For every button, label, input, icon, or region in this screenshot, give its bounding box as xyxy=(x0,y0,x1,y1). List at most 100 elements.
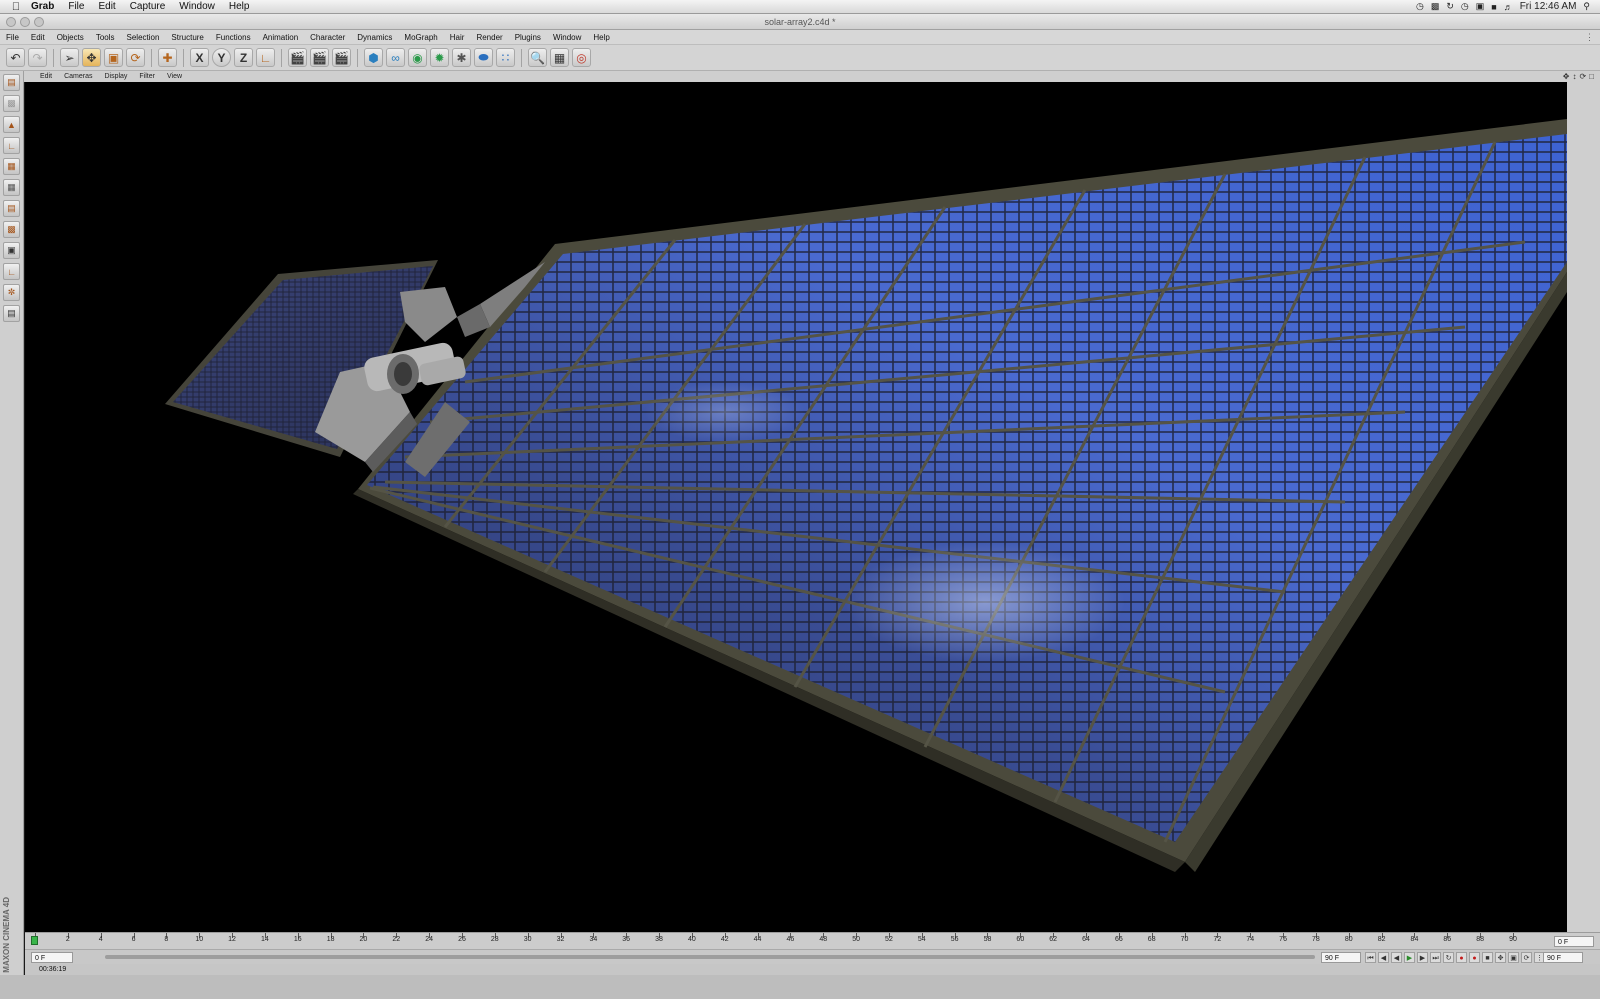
use-model-icon[interactable]: ▤ xyxy=(3,74,20,91)
menu-plugins[interactable]: Plugins xyxy=(509,33,547,42)
autokey-icon[interactable]: ● xyxy=(1469,952,1480,963)
scale-icon[interactable]: ▣ xyxy=(104,48,123,67)
menu-selection[interactable]: Selection xyxy=(121,33,166,42)
render-settings-icon[interactable]: 🎬 xyxy=(332,48,351,67)
record-icon[interactable]: ● xyxy=(1456,952,1467,963)
texture-axis-icon[interactable]: ∟ xyxy=(3,137,20,154)
world-axis-icon[interactable]: ✚ xyxy=(158,48,177,67)
rotate-icon[interactable]: ⟳ xyxy=(126,48,145,67)
volume-icon[interactable]: ♬ xyxy=(1504,2,1513,12)
floor-icon[interactable]: ▦ xyxy=(550,48,569,67)
menu-file[interactable]: File xyxy=(0,33,25,42)
mac-menu-window[interactable]: Window xyxy=(172,1,222,12)
menu-dynamics[interactable]: Dynamics xyxy=(351,33,398,42)
mac-menu-grab[interactable]: Grab xyxy=(24,1,61,12)
mac-menu-file[interactable]: File xyxy=(61,1,91,12)
menu-render[interactable]: Render xyxy=(470,33,508,42)
play-icon[interactable]: ▶ xyxy=(1404,952,1415,963)
menu-objects[interactable]: Objects xyxy=(51,33,90,42)
deformer-icon[interactable]: ✱ xyxy=(452,48,471,67)
render-view-icon[interactable]: 🎬 xyxy=(288,48,307,67)
render-picture-viewer-icon[interactable]: 🎬 xyxy=(310,48,329,67)
menu-hair[interactable]: Hair xyxy=(444,33,471,42)
playhead-marker[interactable] xyxy=(31,936,38,945)
goto-end-icon[interactable]: ⏭ xyxy=(1430,952,1441,963)
move-icon[interactable]: ✥ xyxy=(82,48,101,67)
coordinate-system-icon[interactable]: ∟ xyxy=(256,48,275,67)
viewport-menu-display[interactable]: Display xyxy=(98,73,133,80)
mac-menu-edit[interactable]: Edit xyxy=(91,1,122,12)
spline-icon[interactable]: ∞ xyxy=(386,48,405,67)
menu-animation[interactable]: Animation xyxy=(257,33,305,42)
3d-viewport[interactable] xyxy=(25,82,1567,932)
next-frame-icon[interactable]: ▶ xyxy=(1417,952,1428,963)
layout-icon[interactable]: ▤ xyxy=(3,305,20,322)
timeline-tick-label: 24 xyxy=(425,936,434,943)
start-frame-field[interactable]: 0 F xyxy=(31,952,73,963)
scene-icon[interactable]: ⬬ xyxy=(474,48,493,67)
y-axis-lock-button[interactable]: Y xyxy=(212,48,231,67)
live-selection-icon[interactable]: ➢ xyxy=(60,48,79,67)
tweak-mode-icon[interactable]: ✼ xyxy=(3,284,20,301)
viewport-menu-edit[interactable]: Edit xyxy=(34,73,58,80)
prev-key-icon[interactable]: ◀ xyxy=(1378,952,1389,963)
points-mode-icon[interactable]: ▦ xyxy=(3,179,20,196)
menu-window[interactable]: Window xyxy=(547,33,587,42)
loop-icon[interactable]: ↻ xyxy=(1443,952,1454,963)
use-texture-icon[interactable]: ▲ xyxy=(3,116,20,133)
grip-icon[interactable]: ⋮ xyxy=(1585,32,1594,43)
position-key-icon[interactable]: ✥ xyxy=(1495,952,1506,963)
redo-icon[interactable]: ↷ xyxy=(28,48,47,67)
timeline-ruler[interactable]: 0246810121416182022242628303234363840424… xyxy=(25,932,1600,950)
cube-icon[interactable]: ⬢ xyxy=(364,48,383,67)
z-axis-lock-button[interactable]: Z xyxy=(234,48,253,67)
menu-mograph[interactable]: MoGraph xyxy=(398,33,443,42)
time-range-slider[interactable] xyxy=(105,955,1315,959)
viewport-menu-cameras[interactable]: Cameras xyxy=(58,73,98,80)
menu-character[interactable]: Character xyxy=(304,33,351,42)
snapping-icon[interactable]: ∟ xyxy=(3,263,20,280)
rotation-key-icon[interactable]: ⟳ xyxy=(1521,952,1532,963)
pan-icon[interactable]: ✥ xyxy=(1563,72,1570,81)
clock-icon[interactable]: ◷ xyxy=(1461,1,1469,12)
keyframe-selection-icon[interactable]: ■ xyxy=(1482,952,1493,963)
scale-key-icon[interactable]: ▣ xyxy=(1508,952,1519,963)
menu-help[interactable]: Help xyxy=(587,33,615,42)
particle-icon[interactable]: ∷ xyxy=(496,48,515,67)
menu-edit[interactable]: Edit xyxy=(25,33,51,42)
menu-functions[interactable]: Functions xyxy=(210,33,257,42)
polygons-mode-icon[interactable]: ▩ xyxy=(3,221,20,238)
goto-start-icon[interactable]: ⏮ xyxy=(1365,952,1376,963)
timemachine-icon[interactable]: ◷ xyxy=(1416,1,1424,12)
camera-icon[interactable]: 🔍 xyxy=(528,48,547,67)
use-object-icon[interactable]: ▩ xyxy=(3,95,20,112)
monitor-icon[interactable]: ■ xyxy=(1491,2,1496,12)
workplane-icon[interactable]: ▦ xyxy=(3,158,20,175)
mac-menu-capture[interactable]: Capture xyxy=(123,1,173,12)
spotlight-icon[interactable]: ⚲ xyxy=(1583,1,1590,12)
undo-icon[interactable]: ↶ xyxy=(6,48,25,67)
viewport-menu-view[interactable]: View xyxy=(161,73,188,80)
signal-icon[interactable]: ▩ xyxy=(1431,1,1440,12)
prev-frame-icon[interactable]: ◀ xyxy=(1391,952,1402,963)
edges-mode-icon[interactable]: ▤ xyxy=(3,200,20,217)
current-frame-field[interactable]: 0 F xyxy=(1554,936,1594,947)
end-frame-field[interactable]: 90 F xyxy=(1321,952,1361,963)
menu-structure[interactable]: Structure xyxy=(165,33,209,42)
menu-clock[interactable]: Fri 12:46 AM xyxy=(1520,1,1577,12)
array-icon[interactable]: ✹ xyxy=(430,48,449,67)
viewport-menu-filter[interactable]: Filter xyxy=(133,73,161,80)
mac-menu-help[interactable]: Help xyxy=(222,1,257,12)
soft-selection-icon[interactable]: ▣ xyxy=(3,242,20,259)
display-icon[interactable]: ▣ xyxy=(1476,1,1485,12)
nurbs-icon[interactable]: ◉ xyxy=(408,48,427,67)
light-icon[interactable]: ◎ xyxy=(572,48,591,67)
orbit-icon[interactable]: ⟳ xyxy=(1579,72,1586,81)
dolly-icon[interactable]: ↕ xyxy=(1572,72,1576,81)
apple-icon[interactable]:  xyxy=(8,1,24,13)
max-frame-field[interactable]: 90 F xyxy=(1543,952,1583,963)
menu-tools[interactable]: Tools xyxy=(90,33,121,42)
maximize-view-icon[interactable]: □ xyxy=(1589,72,1594,81)
x-axis-lock-button[interactable]: X xyxy=(190,48,209,67)
sync-icon[interactable]: ↻ xyxy=(1446,1,1454,12)
